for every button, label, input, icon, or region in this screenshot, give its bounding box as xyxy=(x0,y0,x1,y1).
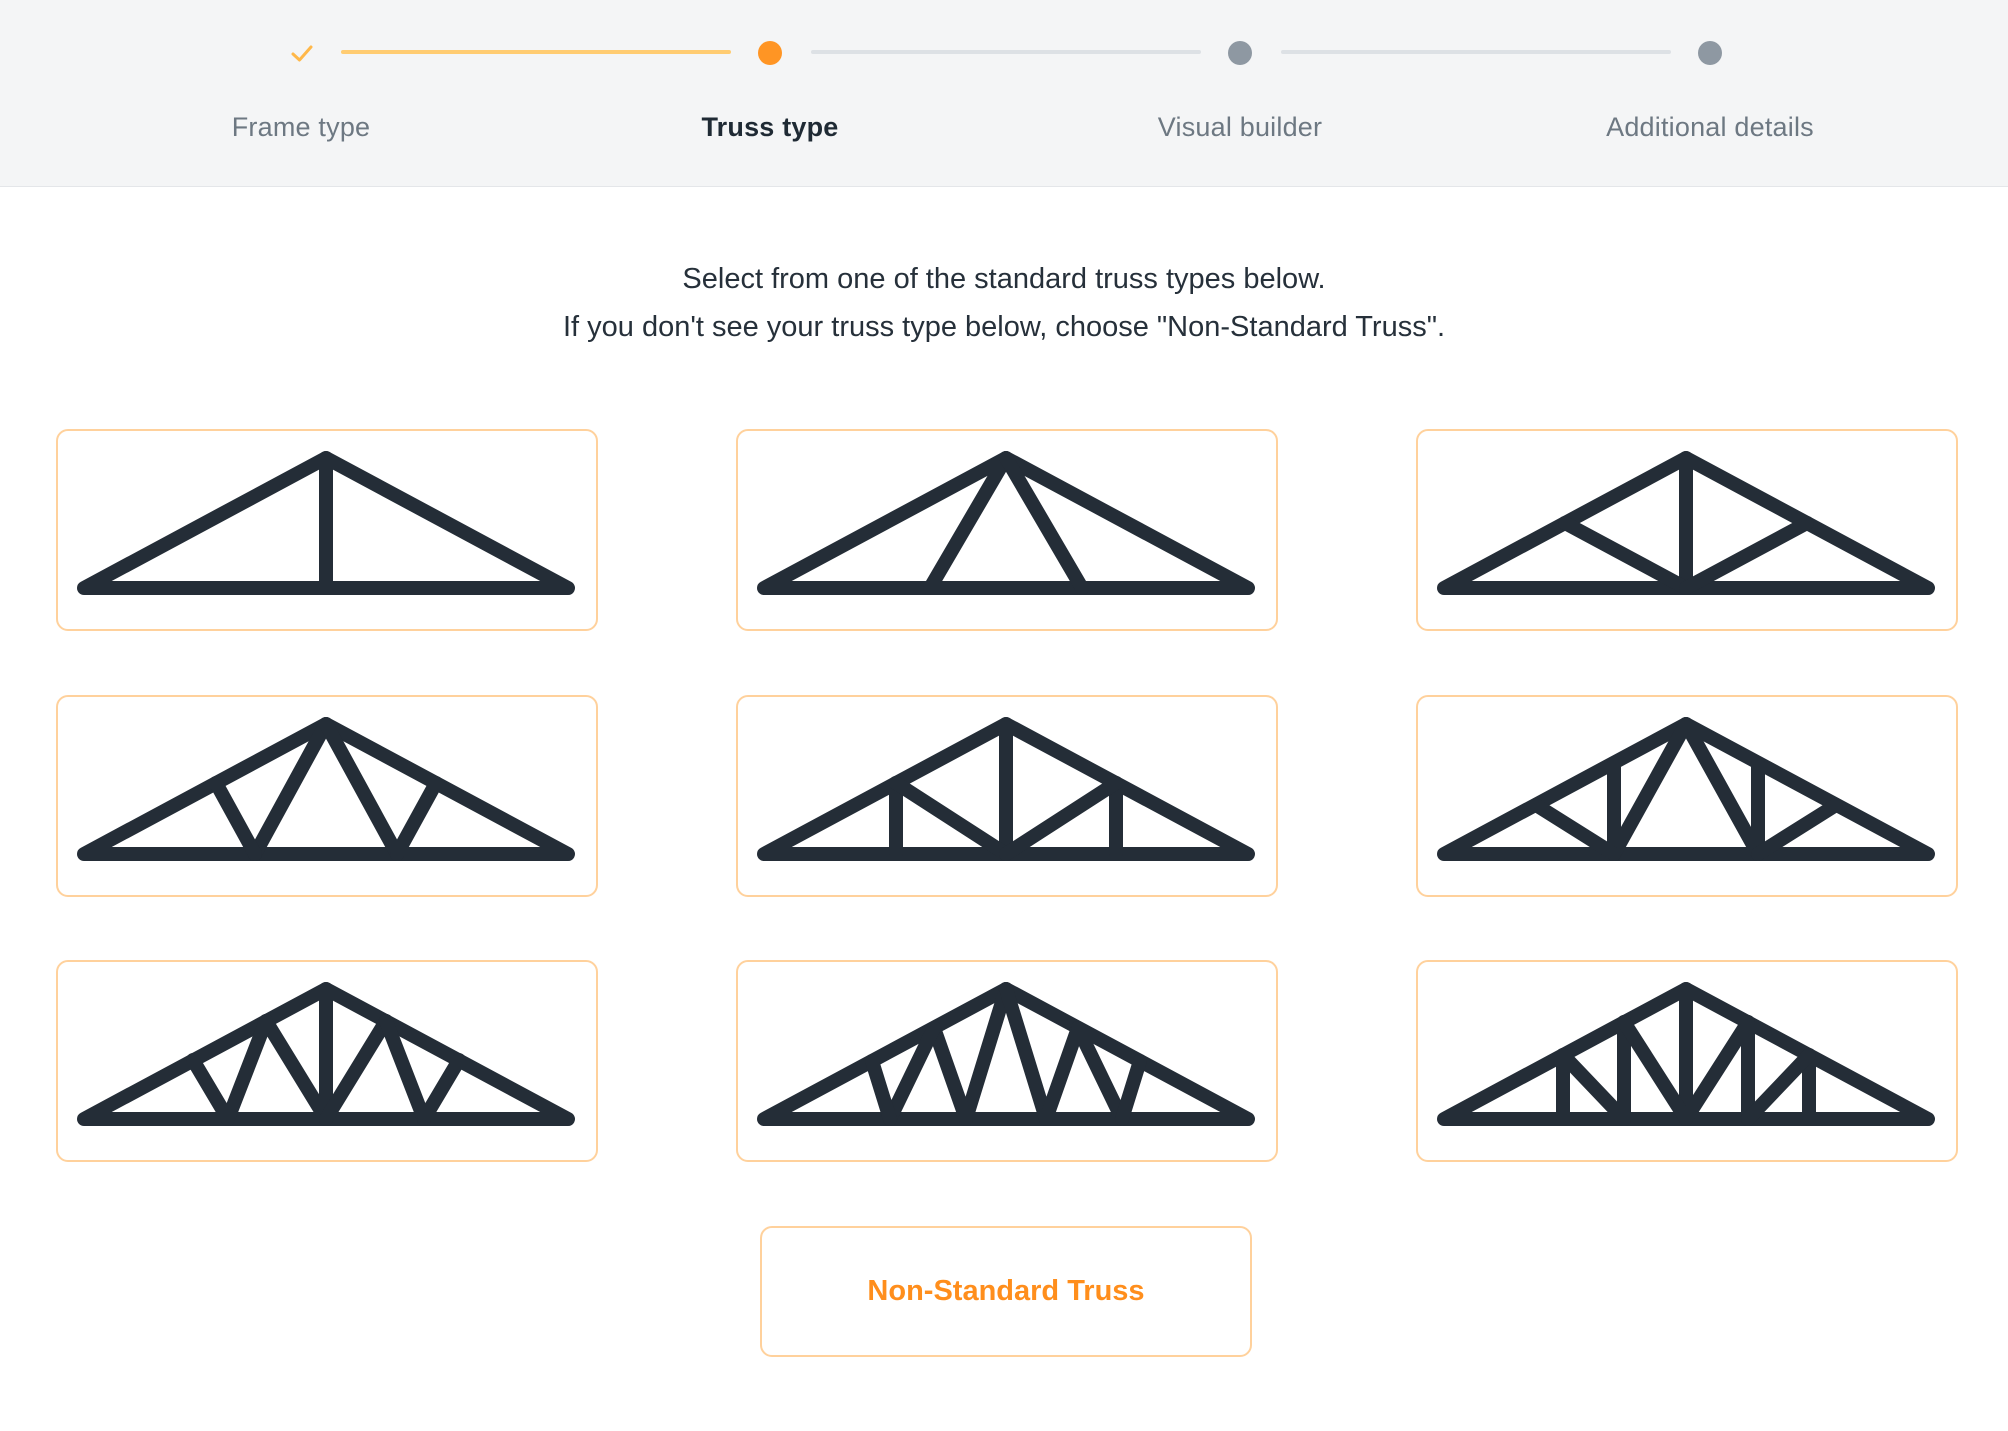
step-upcoming-dot-icon[interactable] xyxy=(1228,41,1252,65)
step-connector-2 xyxy=(811,50,1201,54)
instructions-line-2: If you don't see your truss type below, … xyxy=(562,311,1446,343)
fink-a-truss-icon xyxy=(757,451,1255,595)
instructions-line-1: Select from one of the standard truss ty… xyxy=(682,263,1326,295)
king-post-truss-icon xyxy=(77,451,575,595)
howe-truss-icon xyxy=(757,717,1255,861)
progress-stepper: Frame type Truss type Visual builder Add… xyxy=(0,0,2008,187)
truss-option-triple-fink[interactable] xyxy=(736,960,1278,1162)
king-post-diagonal-truss-icon xyxy=(1437,451,1935,595)
fan-w-truss-icon xyxy=(1437,717,1935,861)
instructions: Select from one of the standard truss ty… xyxy=(0,255,2008,351)
step-label-visual-builder[interactable]: Visual builder xyxy=(1090,112,1390,143)
double-fink-truss-icon xyxy=(77,982,575,1126)
triple-fink-truss-icon xyxy=(757,982,1255,1126)
truss-option-king-post[interactable] xyxy=(56,429,598,631)
truss-option-fink-a[interactable] xyxy=(736,429,1278,631)
non-standard-truss-button[interactable]: Non-Standard Truss xyxy=(760,1226,1252,1357)
step-current-dot-icon[interactable] xyxy=(758,41,782,65)
truss-option-howe[interactable] xyxy=(736,695,1278,897)
truss-option-fink-w[interactable] xyxy=(56,695,598,897)
step-label-additional-details[interactable]: Additional details xyxy=(1560,112,1860,143)
truss-option-double-fink[interactable] xyxy=(56,960,598,1162)
truss-option-king-post-diagonal[interactable] xyxy=(1416,429,1958,631)
step-upcoming-dot-icon[interactable] xyxy=(1698,41,1722,65)
step-connector-3 xyxy=(1281,50,1671,54)
step-label-frame-type[interactable]: Frame type xyxy=(151,112,451,143)
step-label-truss-type[interactable]: Truss type xyxy=(620,112,920,143)
truss-option-double-howe[interactable] xyxy=(1416,960,1958,1162)
check-icon[interactable] xyxy=(290,42,314,66)
step-connector-1 xyxy=(341,50,731,54)
truss-option-fan-w[interactable] xyxy=(1416,695,1958,897)
fink-w-truss-icon xyxy=(77,717,575,861)
double-howe-truss-icon xyxy=(1437,982,1935,1126)
non-standard-truss-label: Non-Standard Truss xyxy=(867,1275,1145,1307)
